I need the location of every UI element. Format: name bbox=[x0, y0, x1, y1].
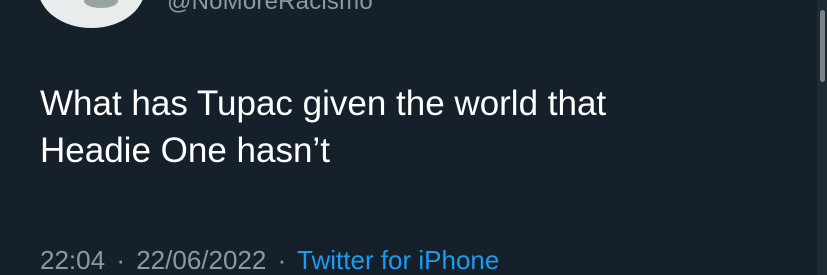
author-handle[interactable]: @NoMoreRacismo bbox=[167, 0, 373, 16]
tweet-text-line-1: What has Tupac given the world that bbox=[40, 84, 607, 123]
tweet-metadata: 22:04 · 22/06/2022 · Twitter for iPhone bbox=[40, 243, 499, 275]
meta-separator: · bbox=[277, 245, 287, 275]
scrollbar[interactable] bbox=[817, 0, 827, 275]
scrollbar-thumb[interactable] bbox=[820, 10, 825, 82]
avatar[interactable] bbox=[38, 0, 145, 28]
tweet-text-line-2: Headie One hasn’t bbox=[40, 131, 330, 170]
tweet-date[interactable]: 22/06/2022 bbox=[136, 245, 266, 275]
tweet-text: What has Tupac given the world that Head… bbox=[40, 80, 800, 174]
tweet-source-link[interactable]: Twitter for iPhone bbox=[297, 245, 499, 275]
tweet-time[interactable]: 22:04 bbox=[40, 245, 105, 275]
avatar-detail bbox=[84, 0, 118, 8]
meta-separator: · bbox=[116, 245, 125, 275]
